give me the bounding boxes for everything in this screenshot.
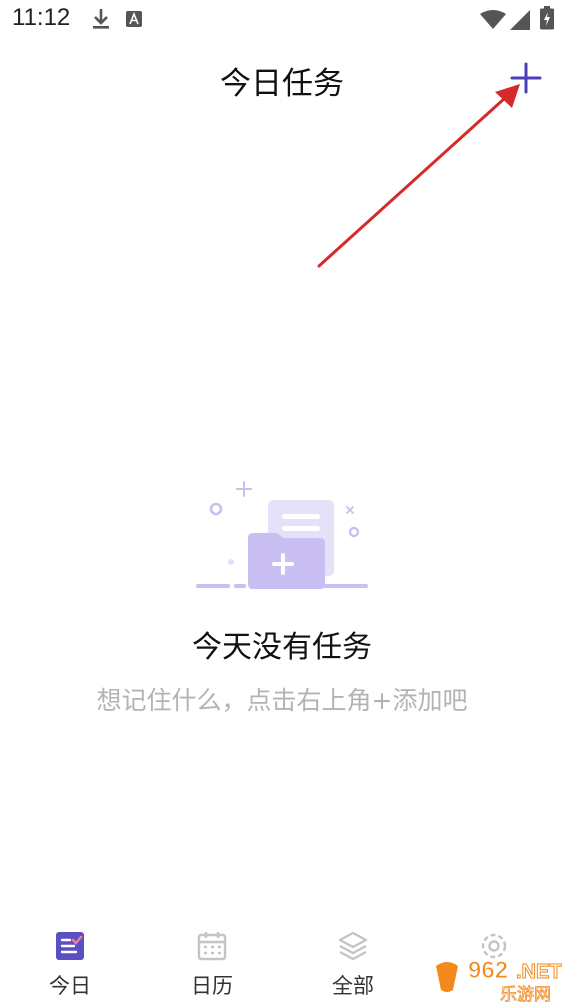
empty-state-title: 今天没有任务 [192,630,372,665]
nav-item-today[interactable]: 今日 [10,924,130,1004]
a-notification-icon [126,11,142,31]
empty-folder-plus-icon [194,478,370,596]
plus-icon [510,62,542,94]
nav-label-calendar: 日历 [191,974,233,998]
layers-icon [338,931,368,961]
battery-charging-icon [540,6,554,34]
download-icon [92,8,110,34]
nav-label-today: 今日 [49,974,91,998]
annotation-arrow [317,84,520,268]
watermark-logo: 962 .NET 乐游网 [424,948,564,1005]
header: 今日任务 [0,52,564,108]
nav-item-calendar[interactable]: 日历 [152,924,272,1004]
svg-text:962: 962 [468,957,508,984]
status-time: 11:12 [12,4,71,31]
svg-text:.NET: .NET [516,961,562,983]
signal-icon [510,10,530,34]
add-task-button[interactable] [508,60,544,96]
status-bar: 11:12 [0,0,564,40]
page-title: 今日任务 [220,66,344,102]
nav-label-all: 全部 [332,974,374,998]
wifi-icon [480,10,506,34]
calendar-icon [197,932,227,961]
nav-item-all[interactable]: 全部 [293,924,413,1004]
today-list-icon [56,932,84,960]
empty-state-hint: 想记住什么，点击右上角+添加吧 [96,686,468,715]
svg-text:乐游网: 乐游网 [500,985,551,1004]
